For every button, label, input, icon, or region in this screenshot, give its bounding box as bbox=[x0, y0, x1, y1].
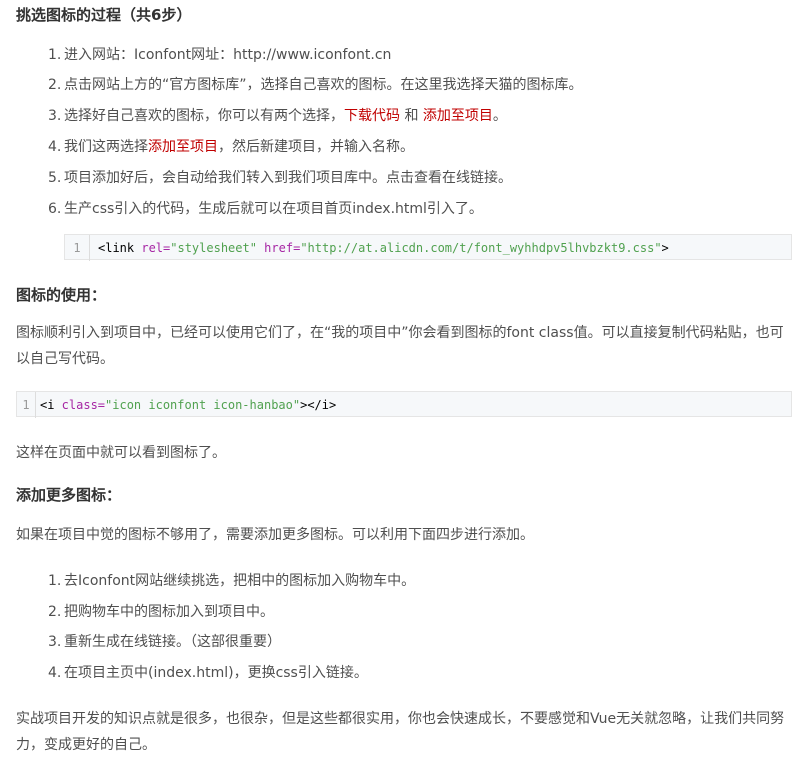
heading-icon-usage: 图标的使用： bbox=[16, 286, 107, 304]
list-item: 6. 生产css引入的代码，生成后就可以在项目首页index.html引入了。 bbox=[48, 201, 483, 217]
list-item: 2. 把购物车中的图标加入到项目中。 bbox=[48, 604, 274, 620]
list-item: 5. 项目添加好后，会自动给我们转入到我们项目库中。点击查看在线链接。 bbox=[48, 170, 512, 186]
usage-paragraph: 图标顺利引入到项目中，已经可以使用它们了，在“我的项目中”你会看到图标的font… bbox=[16, 325, 784, 367]
line-number: 1 bbox=[17, 392, 36, 418]
list-item: 1. 去Iconfont网站继续挑选，把相中的图标加入购物车中。 bbox=[48, 573, 416, 589]
list-item: 2. 点击网站上方的“官方图标库”，选择自己喜欢的图标。在这里我选择天猫的图标库。 bbox=[48, 77, 583, 93]
code-block-link[interactable]: 1 <link rel="stylesheet" href="http://at.… bbox=[64, 234, 792, 261]
closing-paragraph: 实战项目开发的知识点就是很多，也很杂，但是这些都很实用，你也会快速成长，不要感觉… bbox=[16, 711, 785, 753]
list-item: 3. 重新生成在线链接。（这部很重要） bbox=[48, 634, 281, 650]
highlight-add-to-project: 添加至项目 bbox=[148, 139, 218, 155]
usage-result-text: 这样在页面中就可以看到图标了。 bbox=[16, 445, 226, 461]
highlight-download-code: 下载代码 bbox=[344, 108, 400, 124]
list-item: 4. 我们这两选择添加至项目，然后新建项目，并输入名称。 bbox=[48, 139, 414, 155]
add-more-paragraph: 如果在项目中觉的图标不够用了，需要添加更多图标。可以利用下面四步进行添加。 bbox=[16, 527, 534, 543]
heading-add-more-icons: 添加更多图标： bbox=[16, 486, 122, 504]
highlight-add-to-project: 添加至项目 bbox=[422, 108, 493, 124]
line-number: 1 bbox=[65, 235, 90, 261]
list-item: 4. 在项目主页中(index.html)，更换css引入链接。 bbox=[48, 665, 368, 681]
code-block-icon[interactable]: 1 <i class="icon iconfont icon-hanbao"></… bbox=[16, 391, 792, 418]
list-item: 1. 进入网站：Iconfont网址：http://www.iconfont.cn bbox=[48, 47, 392, 63]
list-item: 3. 选择好自己喜欢的图标，你可以有两个选择，下载代码 和 添加至项目。 bbox=[48, 108, 507, 124]
heading-icon-selection: 挑选图标的过程（共6步） bbox=[16, 6, 192, 24]
